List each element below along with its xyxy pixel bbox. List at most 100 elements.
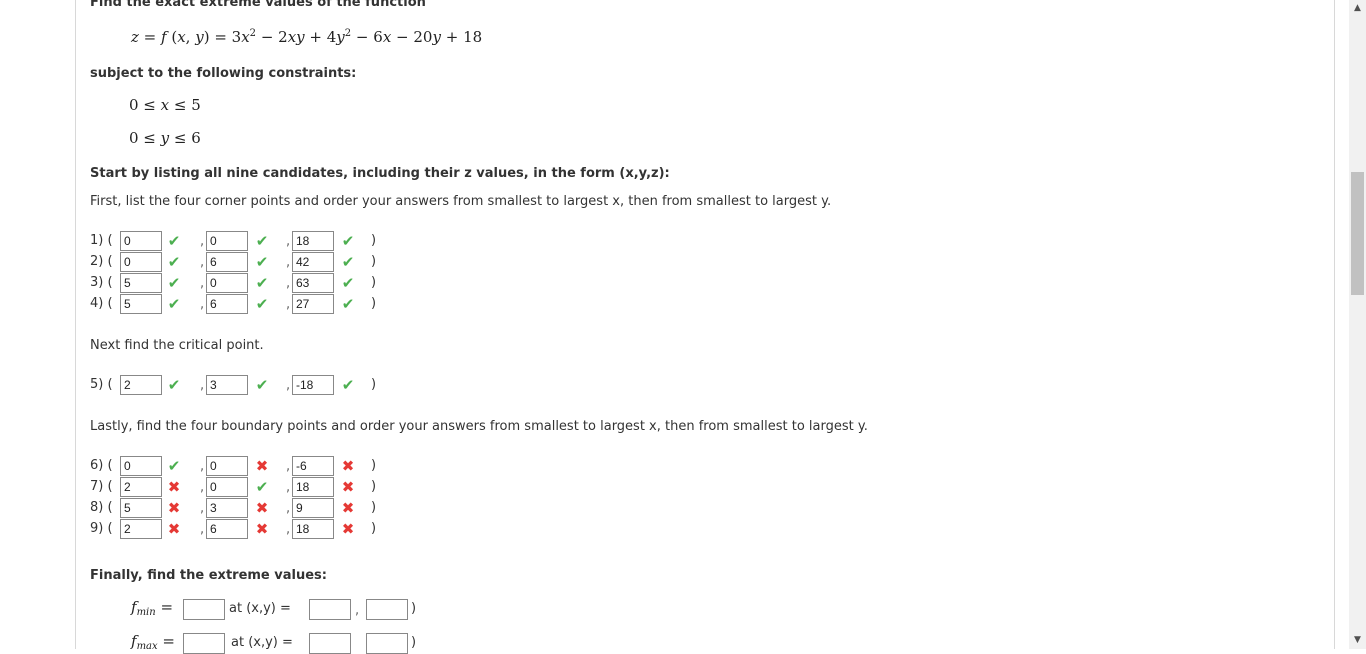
z-input[interactable]: 42	[292, 252, 334, 272]
function-equation: z = f (x, y) = 3x2 − 2xy + 4y2 − 6x − 20…	[131, 28, 483, 46]
candidate-label: 9) (	[90, 521, 113, 536]
z-input[interactable]: 18	[292, 477, 334, 497]
y-input[interactable]: 6	[206, 294, 248, 314]
subject-text: subject to the following constraints:	[90, 66, 357, 81]
checkmark-icon: ✔	[255, 253, 269, 271]
close-paren: )	[371, 479, 377, 494]
fmax-y-input[interactable]	[366, 633, 408, 654]
y-input[interactable]: 6	[206, 252, 248, 272]
fmax-input[interactable]	[183, 633, 225, 654]
checkmark-icon: ✔	[167, 295, 181, 313]
checkmark-icon: ✔	[255, 376, 269, 394]
y-input[interactable]: 0	[206, 231, 248, 251]
comma: ,	[286, 501, 291, 516]
z-input[interactable]: 18	[292, 519, 334, 539]
comma: ,	[200, 297, 205, 312]
candidate-row: 7) (2 ✖, 0 ✔, 18 ✖)	[90, 477, 420, 497]
fmin-label: fmin =	[131, 598, 174, 618]
fmin-input[interactable]	[183, 599, 225, 620]
y-input[interactable]: 0	[206, 456, 248, 476]
y-input[interactable]: 3	[206, 375, 248, 395]
checkmark-icon: ✔	[341, 376, 355, 394]
critical-instructions: Next find the critical point.	[90, 338, 264, 353]
checkmark-icon: ✔	[167, 457, 181, 475]
close-paren: )	[371, 458, 377, 473]
finally-text: Finally, find the extreme values:	[90, 568, 327, 583]
x-input[interactable]: 2	[120, 519, 162, 539]
comma: ,	[286, 255, 291, 270]
x-input[interactable]: 0	[120, 231, 162, 251]
comma: ,	[286, 234, 291, 249]
candidate-label: 5) (	[90, 377, 113, 392]
scroll-down-icon[interactable]: ▼	[1349, 632, 1366, 649]
candidate-row: 3) (5 ✔, 0 ✔, 63 ✔)	[90, 273, 420, 293]
comma: ,	[200, 378, 205, 393]
close-paren: )	[371, 275, 377, 290]
candidate-row: 2) (0 ✔, 6 ✔, 42 ✔)	[90, 252, 420, 272]
vertical-scrollbar[interactable]: ▲ ▼	[1349, 0, 1366, 649]
close-paren: )	[411, 601, 417, 616]
scrollbar-thumb[interactable]	[1351, 172, 1364, 295]
scroll-up-icon[interactable]: ▲	[1349, 0, 1366, 17]
y-input[interactable]: 0	[206, 477, 248, 497]
x-mark-icon: ✖	[167, 520, 181, 538]
close-paren: )	[411, 635, 417, 650]
constraint-x: 0 ≤ x ≤ 5	[129, 96, 201, 114]
boundary-instructions: Lastly, find the four boundary points an…	[90, 419, 868, 434]
comma: ,	[200, 276, 205, 291]
x-mark-icon: ✖	[341, 478, 355, 496]
x-mark-icon: ✖	[255, 499, 269, 517]
checkmark-icon: ✔	[255, 274, 269, 292]
comma: ,	[200, 501, 205, 516]
fmin-x-input[interactable]	[309, 599, 351, 620]
candidate-row: 1) (0 ✔, 0 ✔, 18 ✔)	[90, 231, 420, 251]
z-input[interactable]: -6	[292, 456, 334, 476]
x-input[interactable]: 0	[120, 456, 162, 476]
y-input[interactable]: 0	[206, 273, 248, 293]
checkmark-icon: ✔	[255, 295, 269, 313]
z-input[interactable]: 63	[292, 273, 334, 293]
comma: ,	[286, 378, 291, 393]
candidate-row: 8) (5 ✖, 3 ✖, 9 ✖)	[90, 498, 420, 518]
x-input[interactable]: 2	[120, 375, 162, 395]
z-input[interactable]: -18	[292, 375, 334, 395]
checkmark-icon: ✔	[255, 232, 269, 250]
fmax-x-input[interactable]	[309, 633, 351, 654]
x-input[interactable]: 0	[120, 252, 162, 272]
corner-instructions: First, list the four corner points and o…	[90, 194, 832, 209]
x-input[interactable]: 5	[120, 273, 162, 293]
comma: ,	[200, 234, 205, 249]
checkmark-icon: ✔	[341, 253, 355, 271]
y-input[interactable]: 3	[206, 498, 248, 518]
close-paren: )	[371, 500, 377, 515]
checkmark-icon: ✔	[167, 253, 181, 271]
close-paren: )	[371, 296, 377, 311]
start-instructions: Start by listing all nine candidates, in…	[90, 166, 670, 181]
y-input[interactable]: 6	[206, 519, 248, 539]
intro-text: Find the exact extreme values of the fun…	[90, 0, 426, 10]
checkmark-icon: ✔	[341, 232, 355, 250]
x-input[interactable]: 5	[120, 294, 162, 314]
candidate-row: 9) (2 ✖, 6 ✖, 18 ✖)	[90, 519, 420, 539]
close-paren: )	[371, 377, 377, 392]
x-mark-icon: ✖	[255, 520, 269, 538]
x-input[interactable]: 5	[120, 498, 162, 518]
problem-panel: Find the exact extreme values of the fun…	[75, 0, 1335, 654]
x-input[interactable]: 2	[120, 477, 162, 497]
z-input[interactable]: 9	[292, 498, 334, 518]
z-input[interactable]: 18	[292, 231, 334, 251]
comma: ,	[355, 603, 360, 618]
x-mark-icon: ✖	[341, 457, 355, 475]
comma: ,	[286, 459, 291, 474]
fmax-label: fmax =	[131, 632, 175, 652]
candidate-label: 4) (	[90, 296, 113, 311]
candidate-label: 2) (	[90, 254, 113, 269]
comma: ,	[286, 297, 291, 312]
candidate-label: 8) (	[90, 500, 113, 515]
checkmark-icon: ✔	[167, 274, 181, 292]
checkmark-icon: ✔	[341, 295, 355, 313]
close-paren: )	[371, 233, 377, 248]
z-input[interactable]: 27	[292, 294, 334, 314]
candidate-label: 1) (	[90, 233, 113, 248]
fmin-y-input[interactable]	[366, 599, 408, 620]
